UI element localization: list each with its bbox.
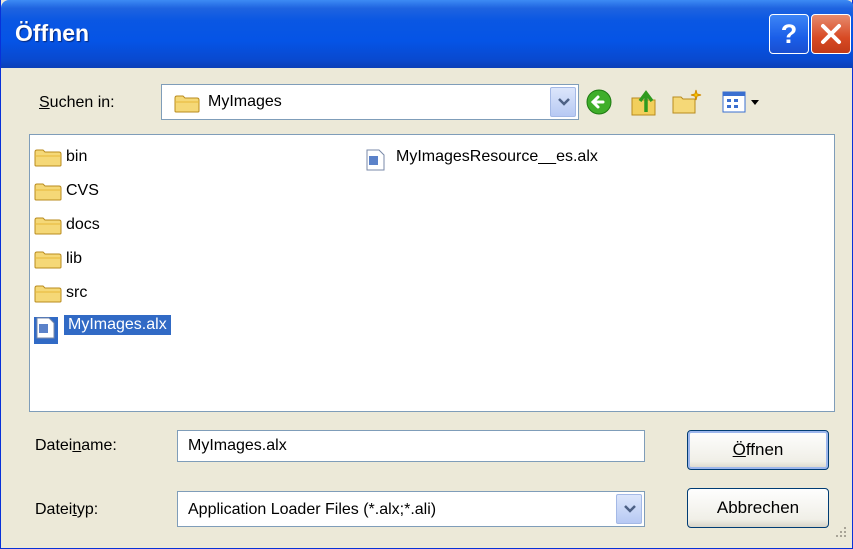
- folder-icon: [174, 95, 200, 118]
- back-arrow-icon[interactable]: [585, 88, 613, 121]
- chevron-down-icon[interactable]: [616, 494, 642, 524]
- open-button[interactable]: Öffnen: [687, 430, 829, 470]
- lookin-combobox[interactable]: MyImages: [161, 84, 579, 120]
- folder-icon: [34, 217, 62, 240]
- lookin-value: MyImages: [208, 93, 282, 110]
- lookin-label: Suchen in:: [39, 94, 115, 111]
- title-bar[interactable]: Öffnen ?: [1, 0, 853, 68]
- help-icon[interactable]: ?: [769, 14, 809, 54]
- up-folder-icon[interactable]: [629, 88, 659, 123]
- close-icon[interactable]: [811, 14, 851, 54]
- view-menu-icon[interactable]: [721, 88, 765, 121]
- file-icon: [34, 317, 58, 344]
- chevron-down-icon[interactable]: [550, 87, 576, 117]
- new-folder-icon[interactable]: [671, 88, 703, 121]
- filetype-combobox[interactable]: Application Loader Files (*.alx;*.ali): [177, 491, 645, 527]
- folder-icon: [34, 285, 62, 308]
- file-icon: [364, 149, 388, 176]
- window-title: Öffnen: [15, 20, 90, 46]
- folder-icon: [34, 149, 62, 172]
- folder-icon: [34, 251, 62, 274]
- filename-input[interactable]: MyImages.alx: [177, 430, 645, 462]
- folder-icon: [34, 183, 62, 206]
- filetype-value: Application Loader Files (*.alx;*.ali): [188, 501, 437, 518]
- filetype-label: Dateityp:: [35, 501, 99, 518]
- open-dialog: Öffnen ? Suchen in: MyImages bin CVS doc…: [0, 0, 853, 549]
- filename-label: Dateiname:: [35, 437, 117, 454]
- cancel-button[interactable]: Abbrechen: [687, 488, 829, 528]
- resize-grip-icon[interactable]: [834, 525, 848, 544]
- file-list[interactable]: bin CVS docs lib src MyImages.alx MyImag…: [29, 134, 835, 412]
